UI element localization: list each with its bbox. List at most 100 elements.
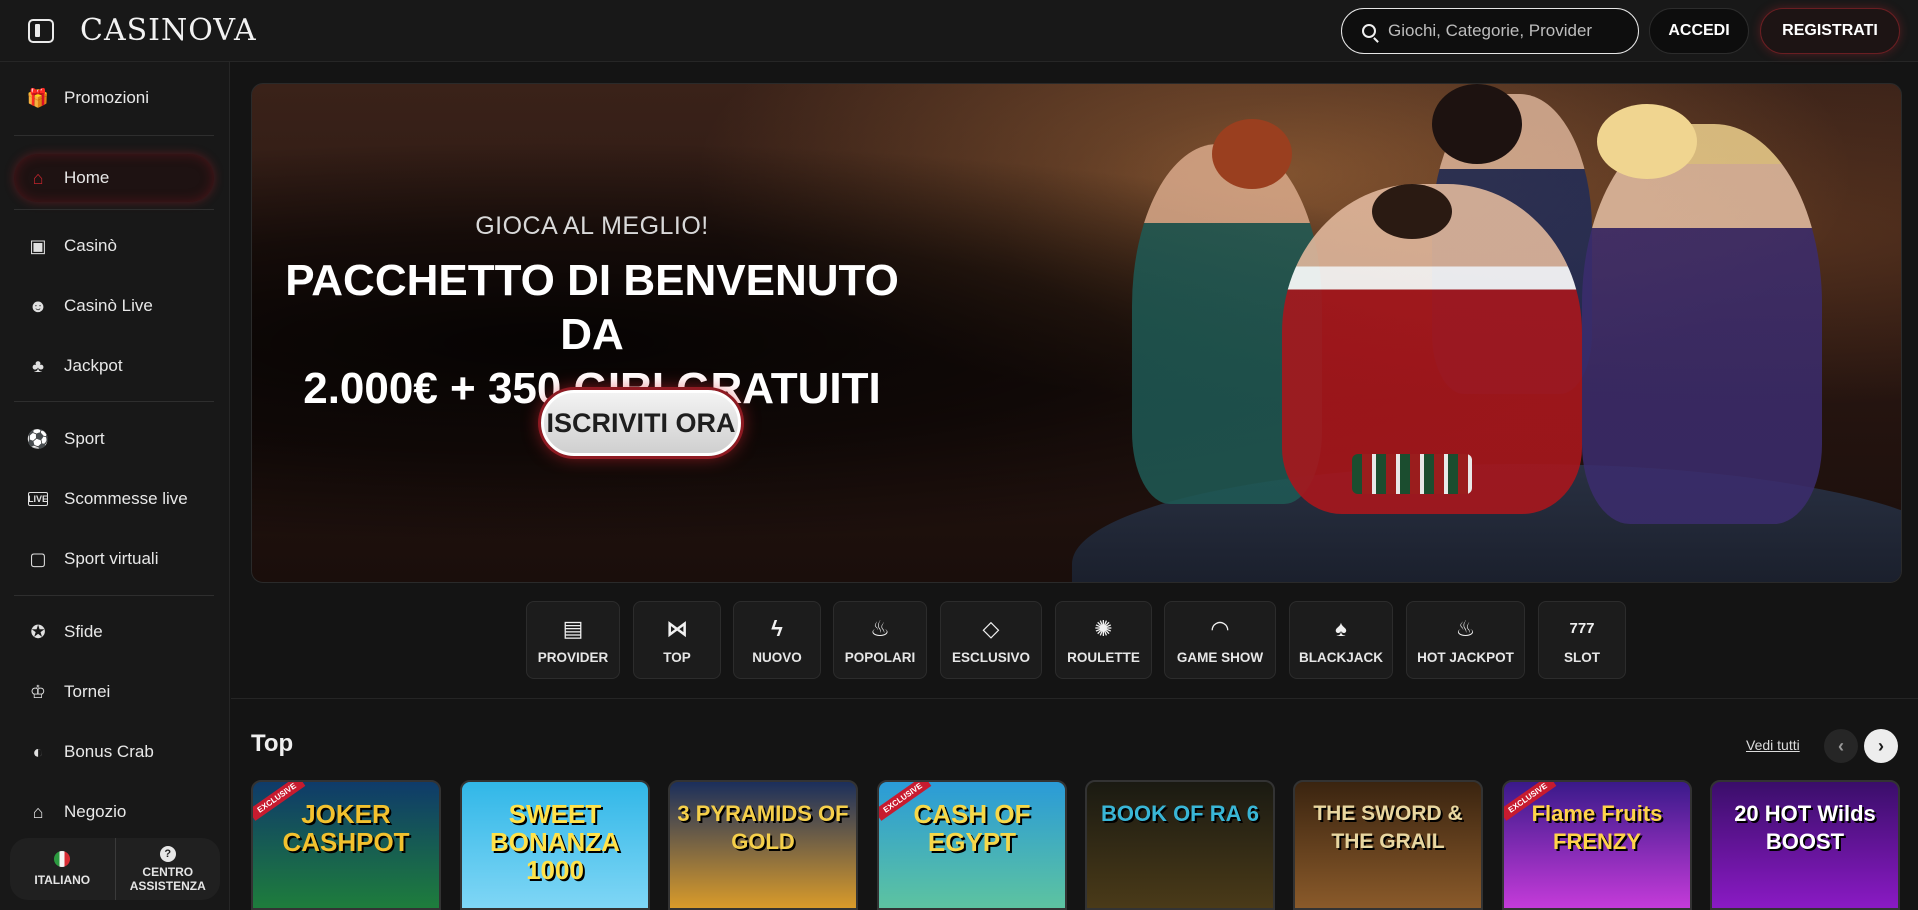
search-bar[interactable] <box>1341 8 1639 54</box>
sidebar-item-tornei[interactable]: ♔ Tornei <box>14 668 214 716</box>
help-center-button[interactable]: ? CENTRO ASSISTENZA <box>114 838 221 900</box>
sidebar-item-label: Casinò Live <box>64 296 153 315</box>
section-title-top: Top <box>251 730 294 757</box>
live-dealer-icon: ☻ <box>28 295 48 316</box>
game-title: JOKER CASHPOT <box>282 799 410 857</box>
help-center-label: CENTRO ASSISTENZA <box>129 864 206 893</box>
trophy-icon: ♔ <box>29 681 47 702</box>
question-icon: ? <box>159 845 176 862</box>
lightning-icon: ϟ <box>771 615 783 641</box>
sidebar-item-bonus-crab[interactable]: ◐ Bonus Crab <box>14 728 214 776</box>
sidebar-toggle-icon[interactable] <box>28 19 54 43</box>
sidebar-item-label: Jackpot <box>64 356 123 375</box>
category-nuovo[interactable]: ϟ NUOVO <box>733 601 821 679</box>
game-title: THE SWORD & THE GRAIL <box>1313 802 1463 853</box>
top-header: CASINOVA ACCEDI REGISTRATI <box>0 0 1918 62</box>
category-top[interactable]: ⋈ TOP <box>633 601 721 679</box>
sidebar-divider <box>14 401 214 402</box>
slot-machine-icon: ▣ <box>29 235 47 256</box>
sidebar-item-sport[interactable]: ⚽ Sport <box>14 415 214 463</box>
mask-icon: ◠ <box>1211 615 1229 641</box>
category-roulette[interactable]: ✺ ROULETTE <box>1055 601 1152 679</box>
banner-chips <box>1352 454 1472 494</box>
sidebar-item-scommesse-live[interactable]: LIVE Scommesse live <box>14 475 214 523</box>
sidebar-item-casino-live[interactable]: ☻ Casinò Live <box>14 282 214 330</box>
category-label: HOT JACKPOT <box>1417 649 1514 665</box>
flame-icon: ♨ <box>870 615 890 641</box>
medal-icon: ✪ <box>30 621 46 642</box>
carousel-prev-button[interactable]: ‹ <box>1824 729 1858 763</box>
sidebar-item-negozio[interactable]: ⌂ Negozio <box>14 788 214 836</box>
category-slot[interactable]: 777 SLOT <box>1538 601 1626 679</box>
category-popolari[interactable]: ♨ POPOLARI <box>833 601 927 679</box>
category-label: SLOT <box>1564 649 1600 665</box>
sidebar-item-label: Tornei <box>64 682 111 701</box>
section-divider <box>231 698 1918 699</box>
search-icon <box>1362 24 1376 38</box>
italy-flag-icon <box>54 851 71 867</box>
site-logo[interactable]: CASINOVA <box>80 14 257 48</box>
clover-icon: ♣ <box>32 355 44 376</box>
game-title: 20 HOT Wilds BOOST <box>1734 801 1876 854</box>
soccer-ball-icon: ⚽ <box>26 428 50 449</box>
signup-cta-button[interactable]: ISCRIVITI ORA <box>541 390 741 456</box>
diamond-icon: ◇ <box>982 615 1000 641</box>
roulette-icon: ✺ <box>1094 615 1113 641</box>
game-title: SWEET BONANZA 1000 <box>490 799 620 885</box>
sidebar-item-label: Scommesse live <box>64 489 188 508</box>
game-tile[interactable]: EXCLUSIVE Flame Fruits FRENZY <box>1502 780 1692 910</box>
search-input[interactable] <box>1388 21 1618 41</box>
see-all-link[interactable]: Vedi tutti <box>1746 737 1800 753</box>
register-button[interactable]: REGISTRATI <box>1760 8 1900 54</box>
game-tile[interactable]: THE SWORD & THE GRAIL <box>1293 780 1483 910</box>
category-blackjack[interactable]: ♠ BLACKJACK <box>1289 601 1393 679</box>
carousel-next-button[interactable]: › <box>1864 729 1898 763</box>
category-label: GAME SHOW <box>1176 649 1264 665</box>
game-title: Flame Fruits FRENZY <box>1531 801 1663 854</box>
sidebar-divider <box>14 135 214 136</box>
language-label: ITALIANO <box>34 873 91 887</box>
home-icon: ⌂ <box>32 167 44 188</box>
category-label: POPOLARI <box>844 649 916 665</box>
sidebar-item-promozioni[interactable]: 🎁 Promozioni <box>14 74 214 122</box>
game-tile[interactable]: BOOK OF RA 6 <box>1085 780 1275 910</box>
login-button[interactable]: ACCEDI <box>1649 8 1749 54</box>
category-label: BLACKJACK <box>1299 649 1383 665</box>
chevron-right-icon: › <box>1878 735 1884 756</box>
game-tile[interactable]: SWEET BONANZA 1000 <box>460 780 650 910</box>
cards-icon: ♠ <box>1335 615 1347 641</box>
sidebar-item-jackpot[interactable]: ♣ Jackpot <box>14 342 214 390</box>
banner-figure-hair <box>1372 184 1452 239</box>
category-label: TOP <box>663 649 691 665</box>
sidebar-divider <box>14 595 214 596</box>
sidebar-item-casino[interactable]: ▣ Casinò <box>14 222 214 270</box>
game-tile[interactable]: EXCLUSIVE CASH OF EGYPT <box>877 780 1067 910</box>
sidebar-item-sport-virtuali[interactable]: ▢ Sport virtuali <box>14 535 214 583</box>
category-hot-jackpot[interactable]: ♨ HOT JACKPOT <box>1406 601 1525 679</box>
banner-figure <box>1582 124 1822 524</box>
sidebar-item-label: Sport <box>64 429 105 448</box>
category-provider[interactable]: ▤ PROVIDER <box>526 601 620 679</box>
game-tile[interactable]: EXCLUSIVE JOKER CASHPOT <box>251 780 441 910</box>
category-label: ESCLUSIVO <box>951 649 1030 665</box>
banner-figure-hair <box>1212 119 1292 189</box>
hot-jackpot-icon: ♨ <box>1455 615 1476 641</box>
banner-figure-hair <box>1432 84 1522 164</box>
sidebar-item-label: Home <box>64 168 110 187</box>
language-selector[interactable]: ITALIANO <box>10 838 115 900</box>
category-esclusivo[interactable]: ◇ ESCLUSIVO <box>940 601 1042 679</box>
chevron-left-icon: ‹ <box>1838 735 1844 756</box>
virtual-sport-icon: ▢ <box>29 548 47 569</box>
game-tile[interactable]: 20 HOT Wilds BOOST <box>1710 780 1900 910</box>
category-label: PROVIDER <box>537 649 609 665</box>
promo-banner[interactable]: GIOCA AL MEGLIO! PACCHETTO DI BENVENUTO … <box>251 83 1902 583</box>
sidebar-item-home[interactable]: ⌂ Home <box>14 154 214 202</box>
game-tile[interactable]: 3 PYRAMIDS OF GOLD <box>668 780 858 910</box>
sidebar-footer: ITALIANO ? CENTRO ASSISTENZA <box>10 838 220 900</box>
banner-headline-line: PACCHETTO DI BENVENUTO DA <box>285 256 899 359</box>
bowtie-icon: ⋈ <box>666 615 688 641</box>
category-game-show[interactable]: ◠ GAME SHOW <box>1164 601 1276 679</box>
777-icon: 777 <box>1569 620 1595 637</box>
banner-figure-hair <box>1597 104 1697 179</box>
sidebar-item-sfide[interactable]: ✪ Sfide <box>14 608 214 656</box>
